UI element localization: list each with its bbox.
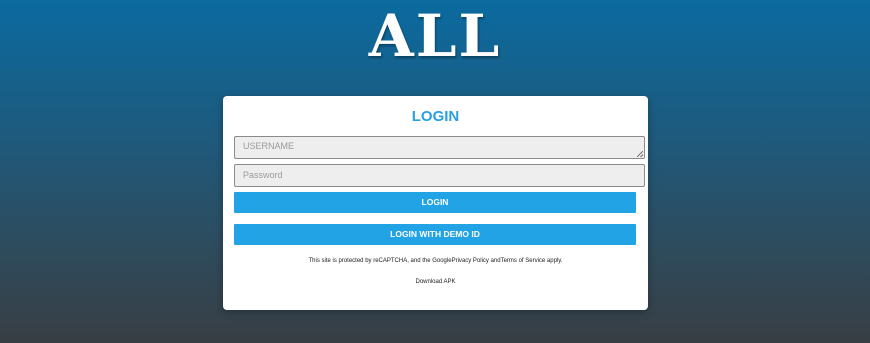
password-input[interactable]: Password — [234, 164, 645, 187]
username-placeholder: USERNAME — [243, 141, 295, 151]
login-button[interactable]: LOGIN — [234, 192, 636, 213]
resize-handle-icon[interactable] — [637, 151, 643, 157]
login-card: LOGIN USERNAME Password LOGIN LOGIN WITH… — [223, 96, 648, 310]
username-input[interactable]: USERNAME — [234, 136, 645, 159]
login-demo-button[interactable]: LOGIN WITH DEMO ID — [234, 224, 636, 245]
recaptcha-notice: This site is protected by reCAPTCHA, and… — [308, 258, 563, 264]
password-placeholder: Password — [243, 170, 283, 180]
download-apk-link[interactable]: Download APK — [223, 279, 648, 285]
login-title: LOGIN — [411, 108, 460, 125]
site-logo: ALL — [368, 2, 502, 70]
